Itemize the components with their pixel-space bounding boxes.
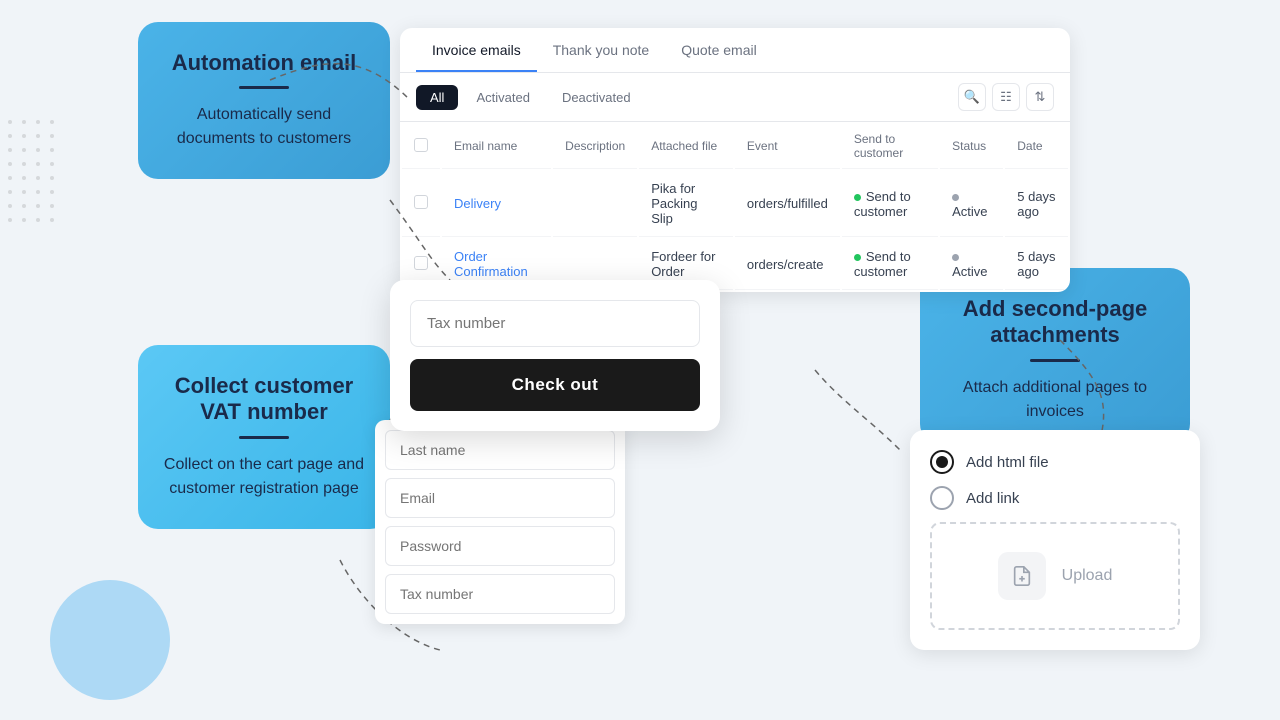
sort-icon[interactable]: ⇅ [1026, 83, 1054, 111]
email-field[interactable] [385, 478, 615, 518]
radio-add-link [930, 486, 954, 510]
checkout-button[interactable]: Check out [410, 359, 700, 411]
dot-grid-decoration [8, 120, 58, 226]
row2-email-name[interactable]: Order Confirmation [454, 249, 528, 279]
search-icon[interactable]: 🔍 [958, 83, 986, 111]
tax-number-reg-field[interactable] [385, 574, 615, 614]
tab-quote-email[interactable]: Quote email [665, 28, 772, 72]
row1-attached-file: Pika for Packing Slip [639, 171, 733, 237]
tab-invoice-emails[interactable]: Invoice emails [416, 28, 537, 72]
col-attached-file: Attached file [639, 124, 733, 169]
col-description: Description [553, 124, 637, 169]
select-all-checkbox[interactable] [414, 138, 428, 152]
option-add-html-file[interactable]: Add html file [930, 450, 1180, 474]
pill-deactivated[interactable]: Deactivated [548, 85, 645, 110]
col-date: Date [1005, 124, 1068, 169]
row1-description [553, 171, 637, 237]
row1-email-name[interactable]: Delivery [454, 196, 501, 211]
invoice-tabs-bar: Invoice emails Thank you note Quote emai… [400, 28, 1070, 73]
radio-html-file-outer [930, 450, 954, 474]
last-name-field[interactable] [385, 430, 615, 470]
password-field[interactable] [385, 526, 615, 566]
second-page-card: Add second-page attachments Attach addit… [920, 268, 1190, 444]
filter-icon[interactable]: ☷ [992, 83, 1020, 111]
invoice-table: Email name Description Attached file Eve… [400, 122, 1070, 292]
vat-card: Collect customer VAT number Collect on t… [138, 345, 390, 529]
automation-card-title: Automation email [162, 50, 366, 76]
option-add-link-label: Add link [966, 490, 1019, 507]
upload-file-icon [998, 552, 1046, 600]
vat-card-description: Collect on the cart page and customer re… [162, 453, 366, 501]
option-html-file-label: Add html file [966, 454, 1049, 471]
row1-checkbox[interactable] [414, 195, 428, 209]
upload-label: Upload [1062, 567, 1113, 585]
row2-checkbox[interactable] [414, 256, 428, 270]
toolbar-icons: 🔍 ☷ ⇅ [958, 83, 1054, 111]
automation-card-divider [239, 86, 289, 89]
row1-date: 5 days ago [1005, 171, 1068, 237]
pill-all[interactable]: All [416, 85, 458, 110]
pill-activated[interactable]: Activated [462, 85, 543, 110]
row2-event: orders/create [735, 239, 840, 290]
upload-box[interactable]: Upload [930, 522, 1180, 630]
col-status: Status [940, 124, 1003, 169]
row1-send-to: Send to customer [842, 171, 938, 237]
background-circle-decoration [50, 580, 170, 700]
second-page-card-divider [1030, 359, 1080, 362]
second-page-card-title: Add second-page attachments [940, 296, 1170, 349]
option-add-link[interactable]: Add link [930, 486, 1180, 510]
row1-status: Active [940, 171, 1003, 237]
registration-form [375, 420, 625, 624]
row1-event: orders/fulfilled [735, 171, 840, 237]
row2-date: 5 days ago [1005, 239, 1068, 290]
automation-email-card: Automation email Automatically send docu… [138, 22, 390, 179]
second-page-card-description: Attach additional pages to invoices [940, 376, 1170, 424]
attachment-widget: Add html file Add link Upload [910, 430, 1200, 650]
table-row: Delivery Pika for Packing Slip orders/fu… [402, 171, 1068, 237]
tax-number-input[interactable] [410, 300, 700, 347]
invoice-toolbar: All Activated Deactivated 🔍 ☷ ⇅ [400, 73, 1070, 122]
automation-card-description: Automatically send documents to customer… [162, 103, 366, 151]
col-event: Event [735, 124, 840, 169]
radio-html-file-inner [936, 456, 948, 468]
col-email-name: Email name [442, 124, 551, 169]
tab-thank-you-note[interactable]: Thank you note [537, 28, 666, 72]
col-send-to-customer: Send to customer [842, 124, 938, 169]
vat-card-title: Collect customer VAT number [162, 373, 366, 426]
vat-card-divider [239, 436, 289, 439]
row2-send-to: Send to customer [842, 239, 938, 290]
row2-status: Active [940, 239, 1003, 290]
invoice-email-panel: Invoice emails Thank you note Quote emai… [400, 28, 1070, 292]
checkout-widget: Check out [390, 280, 720, 431]
filter-pills: All Activated Deactivated [416, 85, 948, 110]
